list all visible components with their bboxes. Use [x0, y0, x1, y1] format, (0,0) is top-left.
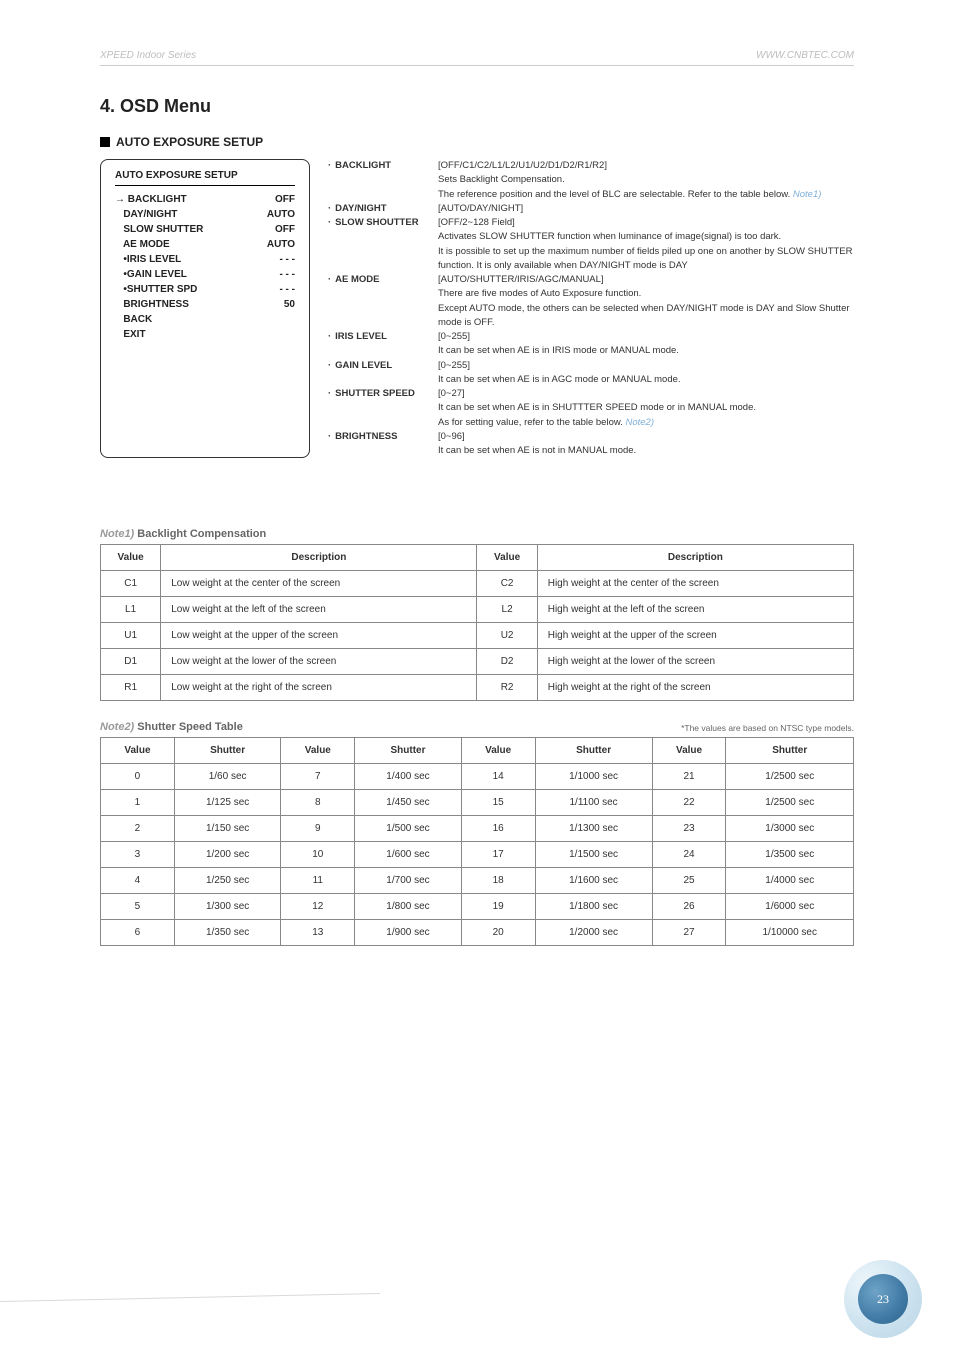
- desc-shutter-l2a: As for setting value, refer to the table…: [438, 417, 625, 428]
- desc-shutter-note: Note2): [625, 417, 654, 428]
- note2-table: ValueShutter ValueShutter ValueShutter V…: [100, 737, 854, 946]
- top-divider: [100, 65, 854, 66]
- desc-slow-l1: Activates SLOW SHUTTER function when lum…: [438, 230, 854, 244]
- desc-ae-label: AE MODE: [335, 274, 379, 285]
- osd-row: •SHUTTER SPD- - -: [115, 282, 295, 297]
- header-left: XPEED Indoor Series: [100, 50, 196, 61]
- desc-gain-l1: It can be set when AE is in AGC mode or …: [438, 373, 854, 387]
- table-row: D1Low weight at the lower of the screenD…: [101, 649, 854, 675]
- desc-bright-range: [0~96]: [438, 430, 854, 444]
- osd-row: •GAIN LEVEL- - -: [115, 267, 295, 282]
- desc-slow-l2: It is possible to set up the maximum num…: [438, 245, 854, 274]
- desc-slow-range: [OFF/2~128 Field]: [438, 216, 854, 230]
- desc-iris-range: [0~255]: [438, 330, 854, 344]
- description-block: BACKLIGHT [OFF/C1/C2/L1/L2/U1/U2/D1/D2/R…: [328, 159, 854, 458]
- table-row: 01/60 sec71/400 sec141/1000 sec211/2500 …: [101, 764, 854, 790]
- desc-daynight-range: [AUTO/DAY/NIGHT]: [438, 202, 854, 216]
- desc-backlight-range: [OFF/C1/C2/L1/L2/U1/U2/D1/D2/R1/R2]: [438, 159, 854, 173]
- desc-ae-l2: Except AUTO mode, the others can be sele…: [438, 302, 854, 331]
- desc-iris-l1: It can be set when AE is in IRIS mode or…: [438, 344, 854, 358]
- square-bullet-icon: [100, 137, 110, 147]
- desc-ae-range: [AUTO/SHUTTER/IRIS/AGC/MANUAL]: [438, 273, 854, 287]
- table-row: 21/150 sec91/500 sec161/1300 sec231/3000…: [101, 816, 854, 842]
- desc-slow-label: SLOW SHOUTTER: [335, 217, 418, 228]
- table-row: 51/300 sec121/800 sec191/1800 sec261/600…: [101, 894, 854, 920]
- desc-bright-l1: It can be set when AE is not in MANUAL m…: [438, 444, 854, 458]
- header-right: WWW.CNBTEC.COM: [756, 50, 854, 61]
- table-row: U1Low weight at the upper of the screenU…: [101, 623, 854, 649]
- osd-row: •IRIS LEVEL- - -: [115, 252, 295, 267]
- desc-backlight-note: Note1): [793, 189, 822, 200]
- desc-gain-range: [0~255]: [438, 359, 854, 373]
- table-row: L1Low weight at the left of the screenL2…: [101, 597, 854, 623]
- subheader-text: AUTO EXPOSURE SETUP: [116, 135, 263, 149]
- osd-row: EXIT: [115, 327, 295, 342]
- footer-decor: 23: [0, 1250, 954, 1350]
- osd-row: → BACKLIGHTOFF: [115, 192, 295, 207]
- osd-panel: AUTO EXPOSURE SETUP → BACKLIGHTOFF DAY/N…: [100, 159, 310, 458]
- desc-bright-label: BRIGHTNESS: [335, 431, 397, 442]
- desc-shutter-label: SHUTTER SPEED: [335, 388, 415, 399]
- osd-row: SLOW SHUTTEROFF: [115, 222, 295, 237]
- desc-backlight-label: BACKLIGHT: [335, 160, 391, 171]
- note2-aside: *The values are based on NTSC type model…: [681, 723, 854, 733]
- osd-row: DAY/NIGHTAUTO: [115, 207, 295, 222]
- desc-ae-l1: There are five modes of Auto Exposure fu…: [438, 287, 854, 301]
- desc-backlight-l2a: The reference position and the level of …: [438, 189, 793, 200]
- section-title: 4. OSD Menu: [100, 96, 854, 117]
- desc-iris-label: IRIS LEVEL: [335, 331, 387, 342]
- note1-table: Value Description Value Description C1Lo…: [100, 544, 854, 701]
- table-row: R1Low weight at the right of the screenR…: [101, 675, 854, 701]
- osd-row: BACK: [115, 312, 295, 327]
- page-number: 23: [858, 1274, 908, 1324]
- table-row: C1Low weight at the center of the screen…: [101, 571, 854, 597]
- desc-backlight-l1: Sets Backlight Compensation.: [438, 173, 854, 187]
- note1-title: Note1) Backlight Compensation: [100, 528, 854, 540]
- footer-line: [0, 1293, 380, 1302]
- osd-row: BRIGHTNESS50: [115, 297, 295, 312]
- osd-row: AE MODEAUTO: [115, 237, 295, 252]
- desc-shutter-l1: It can be set when AE is in SHUTTTER SPE…: [438, 401, 854, 415]
- osd-title: AUTO EXPOSURE SETUP: [115, 170, 295, 186]
- table-row: 61/350 sec131/900 sec201/2000 sec271/100…: [101, 920, 854, 946]
- note2-title: Note2) Shutter Speed Table: [100, 721, 243, 733]
- table-row: 41/250 sec111/700 sec181/1600 sec251/400…: [101, 868, 854, 894]
- desc-gain-label: GAIN LEVEL: [335, 360, 392, 371]
- subheader: AUTO EXPOSURE SETUP: [100, 135, 854, 149]
- desc-shutter-range: [0~27]: [438, 387, 854, 401]
- desc-daynight-label: DAY/NIGHT: [335, 203, 386, 214]
- table-row: 11/125 sec81/450 sec151/1100 sec221/2500…: [101, 790, 854, 816]
- page-badge: 23: [844, 1260, 914, 1330]
- table-row: 31/200 sec101/600 sec171/1500 sec241/350…: [101, 842, 854, 868]
